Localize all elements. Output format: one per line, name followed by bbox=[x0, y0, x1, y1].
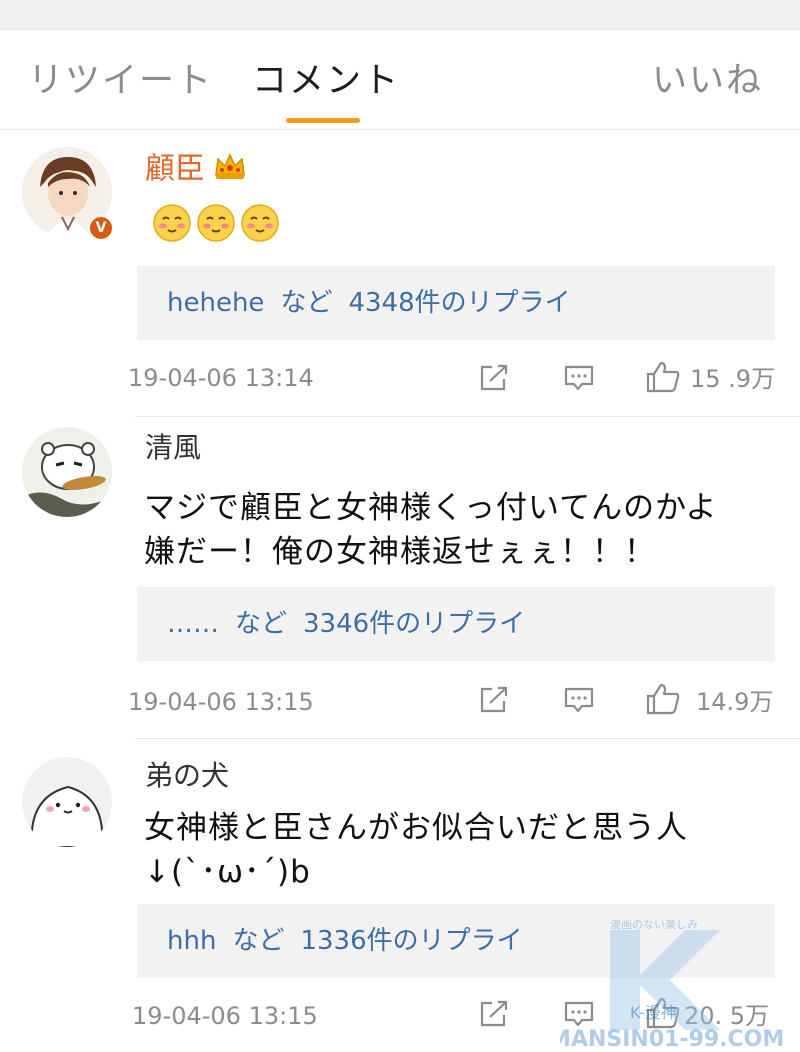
reply-preview-nado: など bbox=[235, 609, 288, 639]
tab-bar: リツイート コメント いいね bbox=[0, 30, 800, 130]
comment-text-line: 嫌だー！俺の女神様返せぇぇ！！！ bbox=[144, 534, 656, 570]
active-tab-indicator bbox=[286, 118, 360, 123]
reply-preview-text: …… など 3346件のリプライ bbox=[167, 607, 525, 641]
share-icon[interactable] bbox=[478, 363, 510, 397]
like-count: 14.9万 bbox=[696, 688, 774, 716]
avatar[interactable] bbox=[22, 757, 112, 847]
avatar-image bbox=[22, 427, 112, 517]
like-count: 15 .9万 bbox=[690, 365, 776, 393]
reply-preview-box[interactable]: …… など 3346件のリプライ bbox=[137, 587, 775, 661]
blush-emoji-icon bbox=[152, 203, 192, 247]
emoji-row bbox=[152, 203, 284, 247]
reply-preview-box[interactable]: hhh など 1336件のリプライ bbox=[137, 904, 775, 978]
share-icon[interactable] bbox=[478, 685, 510, 719]
comment-icon[interactable] bbox=[563, 685, 595, 719]
avatar-image bbox=[22, 757, 112, 847]
reply-preview-user: …… bbox=[167, 609, 219, 639]
comment-username[interactable]: 顧臣 bbox=[145, 151, 247, 189]
thumbs-up-icon[interactable] bbox=[645, 682, 681, 720]
like-count: 20. 5万 bbox=[684, 1002, 770, 1030]
reply-preview-text: hehehe など 4348件のリプライ bbox=[167, 286, 571, 320]
tab-likes[interactable]: いいね bbox=[652, 60, 763, 102]
comment-text-line: 女神様と臣さんがお似合いだと思う人 bbox=[144, 810, 688, 846]
timestamp: 19-04-06 13:15 bbox=[132, 1002, 318, 1030]
reply-preview-text: hhh など 1336件のリプライ bbox=[167, 924, 523, 958]
comment-item: V 顧臣 hehehe など 4348件のリプライ 19-04-06 13:14 1… bbox=[0, 131, 800, 417]
comment-text-line: マジで顧臣と女神様くっ付いてんのかよ bbox=[144, 490, 718, 526]
blush-emoji-icon bbox=[196, 203, 236, 247]
reply-count: 4348件のリプライ bbox=[348, 288, 571, 318]
reply-preview-nado: など bbox=[232, 926, 285, 956]
thumbs-up-icon[interactable] bbox=[645, 996, 681, 1034]
comment-text-line: ↓(`･ω･´)b bbox=[144, 854, 311, 890]
reply-preview-box[interactable]: hehehe など 4348件のリプライ bbox=[137, 266, 775, 340]
tab-comment[interactable]: コメント bbox=[252, 60, 400, 102]
comment-item: 弟の犬 女神様と臣さんがお似合いだと思う人 ↓(`･ω･´)b hhh など 133… bbox=[0, 739, 800, 1052]
timestamp: 19-04-06 13:14 bbox=[128, 364, 314, 392]
comment-item: 清風 マジで顧臣と女神様くっ付いてんのかよ 嫌だー！俺の女神様返せぇぇ！！！ …… bbox=[0, 417, 800, 739]
reply-count: 1336件のリプライ bbox=[300, 926, 523, 956]
username-text: 顧臣 bbox=[145, 151, 205, 187]
comment-icon[interactable] bbox=[563, 999, 595, 1033]
avatar[interactable]: V bbox=[22, 147, 114, 241]
comment-username[interactable]: 清風 bbox=[145, 431, 201, 465]
share-icon[interactable] bbox=[478, 999, 510, 1033]
timestamp: 19-04-06 13:15 bbox=[128, 688, 314, 716]
tab-retweet[interactable]: リツイート bbox=[28, 60, 213, 102]
verified-badge-icon: V bbox=[88, 215, 114, 241]
top-bar bbox=[0, 0, 800, 30]
reply-preview-nado: など bbox=[280, 288, 333, 318]
blush-emoji-icon bbox=[240, 203, 280, 247]
reply-preview-user: hhh bbox=[167, 926, 217, 956]
thumbs-up-icon[interactable] bbox=[645, 360, 681, 398]
comment-username[interactable]: 弟の犬 bbox=[145, 759, 229, 793]
reply-preview-user: hehehe bbox=[167, 288, 265, 318]
avatar[interactable] bbox=[22, 427, 112, 517]
crown-icon bbox=[213, 151, 247, 189]
reply-count: 3346件のリプライ bbox=[303, 609, 526, 639]
comment-icon[interactable] bbox=[563, 363, 595, 397]
